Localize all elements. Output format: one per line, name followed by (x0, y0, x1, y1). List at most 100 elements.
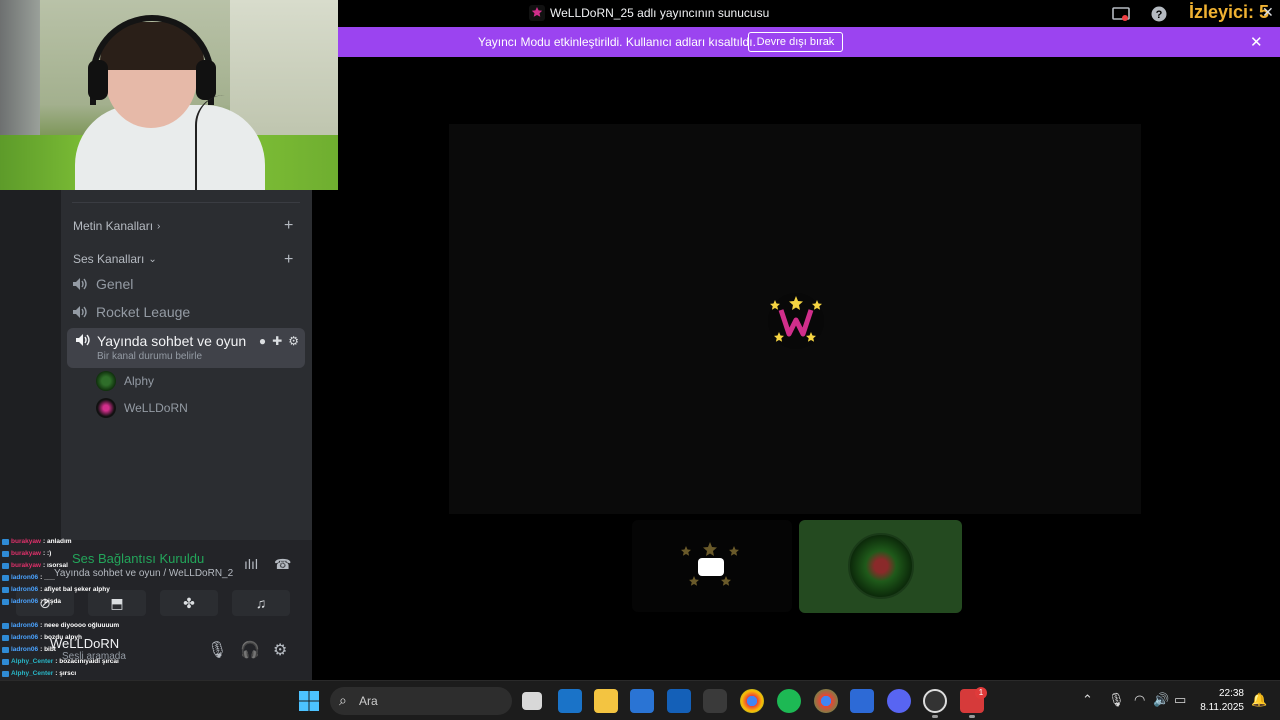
chat-username: ladron06 (11, 598, 39, 605)
chat-username: burakyaw (11, 538, 41, 545)
close-icon[interactable]: ✕ (1262, 4, 1274, 21)
chat-text: : :) (43, 550, 52, 557)
speaker-icon (73, 306, 87, 318)
chrome-profile-icon[interactable] (814, 689, 838, 713)
welldorn-avatar (768, 293, 824, 349)
obs-icon[interactable] (923, 689, 947, 713)
voice-member-alphy[interactable]: Alphy (96, 370, 154, 392)
add-voice-channel-icon[interactable]: + (284, 251, 293, 269)
chat-text: : bozdu alpyh (40, 634, 82, 641)
chat-text: : bibt (40, 646, 56, 653)
clock-date[interactable]: 8.11.2025 (1194, 702, 1244, 713)
stage-title: WeLLDoRN_25 adlı yayıncının sunucusu (550, 6, 770, 20)
divider (72, 202, 300, 203)
streamer-mode-banner: Yayıncı Modu etkinleştirildi. Kullanıcı … (338, 27, 1280, 57)
chat-message: burakyaw: :) (2, 550, 51, 557)
screen-share-icon[interactable] (1112, 5, 1130, 23)
voice-channel-rocket-leauge[interactable]: Rocket Leauge (72, 300, 302, 324)
chat-message: burakyaw: ısorsal (2, 562, 68, 569)
chrome-icon[interactable] (740, 689, 764, 713)
search-placeholder: Ara (359, 694, 378, 708)
clock-time[interactable]: 22:38 (1194, 688, 1244, 699)
category-voice-channels[interactable]: Ses Kanalları ⌄ (73, 252, 157, 266)
windows-taskbar: ⌕ Ara 1 ⌃ 🎙 ◠ 🔊 ▭ 22:38 8.11.2025 🔔 (0, 680, 1280, 720)
vscode-app-icon[interactable] (558, 689, 582, 713)
discord-icon[interactable] (887, 689, 911, 713)
chat-username: burakyaw (11, 562, 41, 569)
chevron-up-icon[interactable]: ⌃ (1082, 692, 1093, 708)
banner-text: Yayıncı Modu etkinleştirildi. Kullanıcı … (478, 35, 756, 49)
alphy-avatar (848, 533, 914, 599)
platform-badge-icon (2, 634, 9, 641)
webcam-cable (195, 95, 225, 190)
member-name: WeLLDoRN (124, 401, 188, 415)
microphone-icon[interactable]: 🎙 (1108, 692, 1125, 708)
platform-badge-icon (2, 658, 9, 665)
channel-status[interactable]: Bir kanal durumu belirle (97, 351, 202, 362)
member-name: Alphy (124, 374, 155, 388)
outlook-icon[interactable] (667, 689, 691, 713)
chat-message: burakyaw: anladım (2, 538, 72, 545)
chat-text: : ısorsal (43, 562, 68, 569)
chat-message: ladron06: afiyet bal şeker alphy (2, 586, 110, 593)
search-icon: ⌕ (339, 692, 347, 708)
spotify-icon[interactable] (777, 689, 801, 713)
chat-text: : bozacınıyaidi şırcaı (55, 658, 119, 665)
chat-message: ladron06: bibt (2, 646, 56, 653)
channel-name: Rocket Leauge (96, 304, 191, 320)
microsoft-store-icon[interactable] (630, 689, 654, 713)
disable-streamer-mode-button[interactable]: Devre dışı bırak (748, 32, 843, 52)
participant-tile-alphy[interactable] (799, 520, 962, 613)
notification-badge: 1 (975, 687, 987, 699)
viewer-count: İzleyici: 5 (1189, 2, 1270, 22)
chat-message: ladron06: bozdu alpyh (2, 634, 82, 641)
gear-icon[interactable]: ⚙ (288, 334, 299, 348)
platform-badge-icon (2, 538, 9, 545)
speaker-icon (76, 334, 90, 346)
chat-username: Alphy_Center (11, 670, 54, 677)
chat-message: ladron06: neee diyoooo oğluuuum (2, 622, 119, 629)
active-channel-name: Yayında sohbet ve oyun (97, 333, 247, 349)
chat-text: : afiyet bal şeker alphy (40, 586, 110, 593)
taskbar-search[interactable]: ⌕ Ara (330, 687, 512, 715)
platform-badge-icon (2, 550, 9, 557)
voice-channel-genel[interactable]: Genel (72, 272, 302, 296)
voice-channel-active[interactable]: Yayında sohbet ve oyun Bir kanal durumu … (67, 328, 305, 368)
windows-start-icon[interactable] (297, 689, 321, 713)
volume-icon[interactable]: 🔊 (1153, 692, 1169, 708)
invite-icon[interactable]: ✚ (272, 334, 282, 348)
stage-header (338, 0, 1280, 27)
notification-bell-icon[interactable]: 🔔 (1251, 692, 1267, 708)
chat-text: : şırscı (55, 670, 77, 677)
app-icon[interactable] (850, 689, 874, 713)
webcam-headset-ear (88, 60, 108, 100)
platform-badge-icon (2, 646, 9, 653)
battery-icon[interactable]: ▭ (1174, 692, 1186, 708)
chat-username: ladron06 (11, 634, 39, 641)
category-label: Metin Kanalları (73, 219, 154, 233)
server-icon (529, 5, 545, 21)
svg-text:?: ? (1156, 9, 1163, 21)
category-text-channels[interactable]: Metin Kanalları › (73, 219, 160, 233)
screen: Metin Kanalları › + Ses Kanalları ⌄ + Ge… (0, 0, 1280, 720)
chat-message: ladron06: ___ (2, 574, 55, 581)
webcam-overlay (0, 0, 338, 190)
voice-member-welldorn[interactable]: WeLLDoRN (96, 397, 188, 419)
chat-bubble-icon[interactable]: ● (259, 334, 266, 348)
file-explorer-icon[interactable] (594, 689, 618, 713)
unity-icon[interactable] (703, 689, 727, 713)
platform-badge-icon (2, 562, 9, 569)
add-text-channel-icon[interactable]: + (284, 217, 293, 235)
chevron-right-icon: › (157, 220, 161, 232)
wifi-icon[interactable]: ◠ (1134, 692, 1145, 708)
chat-text: : ___ (40, 574, 55, 581)
platform-badge-icon (2, 598, 9, 605)
close-icon[interactable]: ✕ (1250, 33, 1263, 51)
speaker-icon (73, 278, 87, 290)
channel-name: Genel (96, 276, 134, 292)
active-indicator (932, 715, 938, 718)
task-view-icon[interactable] (522, 692, 542, 710)
avatar (96, 371, 116, 391)
platform-badge-icon (2, 670, 9, 677)
help-icon[interactable]: ? (1150, 5, 1168, 23)
